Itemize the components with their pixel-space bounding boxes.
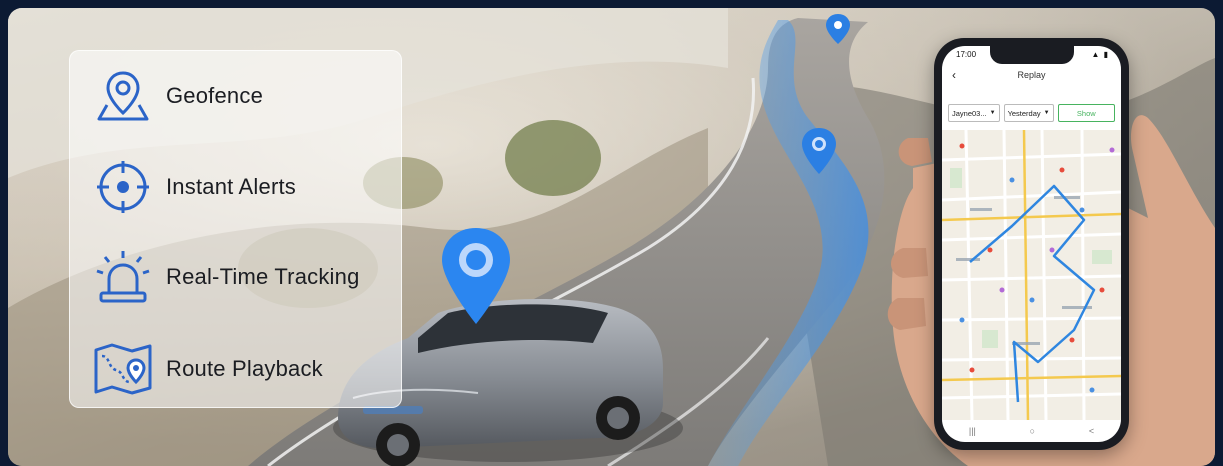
crosshair-icon [90,157,156,217]
feature-instant-alerts: Instant Alerts [90,157,390,217]
feature-label-geofence: Geofence [166,83,264,108]
app-bar: ‹ Replay [942,66,1121,88]
phone-screen: 17:00 ▲ ▮ ‹ Replay Jayne03... ▼ Yesterda… [942,46,1121,442]
geofence-icon [90,66,156,126]
feature-route-playback: Route Playback [90,339,390,399]
replay-map[interactable] [942,130,1121,420]
back-nav-icon[interactable]: < [1089,426,1094,436]
recents-icon[interactable]: ||| [969,426,976,436]
android-nav-bar: ||| ○ < [942,420,1121,442]
feature-label-instant-alerts: Instant Alerts [166,174,296,199]
chevron-down-icon: ▼ [1043,110,1050,116]
phone-mockup: 17:00 ▲ ▮ ‹ Replay Jayne03... ▼ Yesterda… [934,38,1129,450]
app-title: Replay [1017,70,1046,80]
route-map-icon [90,339,156,399]
map-canvas [942,130,1121,420]
hero-banner: Geofence Instant Alerts Real-Time Tracki… [8,8,1215,466]
chevron-down-icon: ▼ [989,110,996,116]
date-select[interactable]: Yesterday ▼ [1003,104,1054,122]
home-icon[interactable]: ○ [1030,426,1035,436]
status-time: 17:00 [956,50,977,59]
feature-real-time-tracking: Real-Time Tracking [90,247,390,307]
device-select[interactable]: Jayne03... ▼ [948,104,1000,122]
replay-controls: Jayne03... ▼ Yesterday ▼ Show [948,104,1115,124]
date-select-value: Yesterday [1007,108,1041,118]
siren-icon [90,247,156,307]
status-icons: ▲ ▮ [1091,50,1109,59]
feature-label-real-time-tracking: Real-Time Tracking [166,264,360,289]
device-select-value: Jayne03... [952,108,987,118]
feature-label-route-playback: Route Playback [166,356,323,381]
show-button[interactable]: Show [1057,104,1115,122]
feature-panel: Geofence Instant Alerts Real-Time Tracki… [69,50,402,408]
feature-geofence: Geofence [90,66,390,126]
phone-notch [990,46,1074,64]
